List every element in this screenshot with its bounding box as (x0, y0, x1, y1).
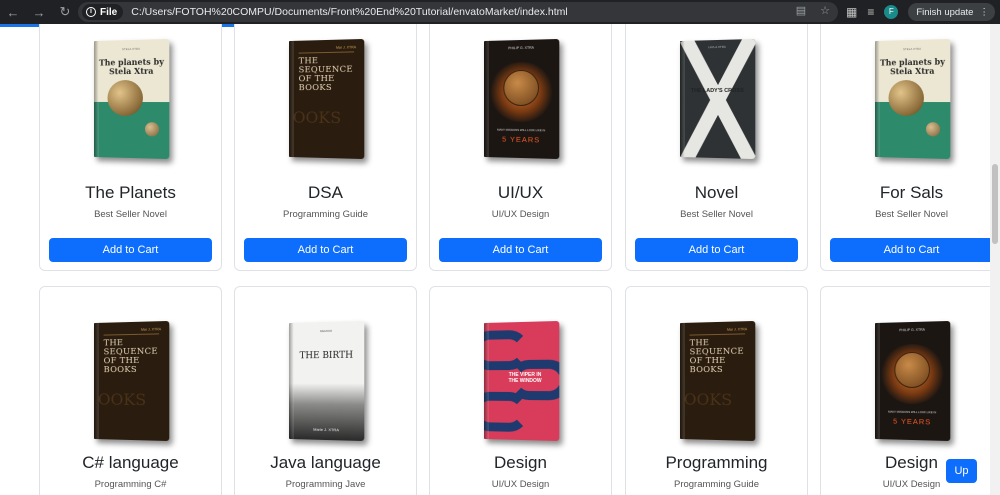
file-label: File (100, 7, 117, 18)
product-card: PHILIP G. XTRA MANY MISSIONS WILL LOOK L… (429, 24, 612, 271)
info-icon: i (86, 7, 96, 17)
finish-update-label: Finish update (916, 7, 973, 18)
scroll-up-button[interactable]: Up (946, 459, 977, 483)
book-cover-image: THE VIPER IN THE WINDOW (484, 321, 559, 441)
product-subtitle: Best Seller Novel (626, 209, 807, 220)
book-cover-image: Mar J. XTRA THE SEQUENCE OF THE BOOKS OO… (680, 321, 755, 441)
product-card: STELA XTRA The planets by Stela Xtra For… (820, 24, 990, 271)
cover-title: THE SEQUENCE OF THE BOOKS (689, 338, 755, 375)
cover-title: THE BIRTH (289, 351, 364, 361)
add-to-cart-button[interactable]: Add to Cart (830, 238, 990, 262)
product-title: The Planets (40, 183, 221, 203)
forward-icon[interactable]: → (26, 0, 52, 24)
product-card: Mar J. XTRA THE SEQUENCE OF THE BOOKS OO… (234, 24, 417, 271)
product-subtitle: Programming Guide (235, 209, 416, 220)
reload-icon[interactable]: ↻ (52, 0, 78, 24)
scrollbar-thumb[interactable] (992, 164, 998, 244)
cover-title: 5 YEARS (484, 134, 559, 144)
product-subtitle: Best Seller Novel (40, 209, 221, 220)
book-cover-image: Mar J. XTRA THE SEQUENCE OF THE BOOKS OO… (289, 39, 364, 159)
book-cover-image: Mar J. XTRA THE SEQUENCE OF THE BOOKS OO… (94, 321, 169, 441)
book-cover-image: MEMOIR THE BIRTH Marie J. XTRA (289, 321, 364, 441)
cover-title: THE SEQUENCE OF THE BOOKS (103, 338, 169, 375)
book-cover-image: PHILIP G. XTRA MANY MISSIONS WILL LOOK L… (875, 321, 950, 441)
browser-toolbar: ← → ↻ i File C:/Users/FOTOH%20COMPU/Docu… (0, 0, 1000, 24)
product-title: Novel (626, 183, 807, 203)
book-cover-image: PHILIP G. XTRA MANY MISSIONS WILL LOOK L… (484, 39, 559, 159)
product-title: DSA (235, 183, 416, 203)
add-to-cart-button[interactable]: Add to Cart (635, 238, 798, 262)
product-title: UI/UX (430, 183, 611, 203)
product-title: C# language (40, 453, 221, 473)
product-subtitle: UI/UX Design (430, 479, 611, 490)
translate-icon[interactable]: ▤ (796, 4, 806, 17)
page-content: STELA XTRA The planets by Stela Xtra The… (0, 24, 990, 495)
site-info-chip[interactable]: i File (82, 4, 123, 20)
profile-avatar[interactable]: F (884, 5, 898, 19)
cover-author: Marie J. XTRA (289, 426, 364, 433)
address-bar[interactable]: i File C:/Users/FOTOH%20COMPU/Documents/… (78, 2, 838, 22)
book-cover-image: STELA XTRA The planets by Stela Xtra (94, 39, 169, 159)
product-card: THE VIPER IN THE WINDOW Design UI/UX Des… (429, 286, 612, 495)
product-title: Java language (235, 453, 416, 473)
book-cover-image: STELA XTRA The planets by Stela Xtra (875, 39, 950, 159)
product-title: For Sals (821, 183, 990, 203)
add-to-cart-button[interactable]: Add to Cart (244, 238, 407, 262)
add-to-cart-button[interactable]: Add to Cart (439, 238, 602, 262)
extensions-icon[interactable]: ▦ (846, 5, 857, 19)
cover-title: 5 YEARS (875, 416, 950, 426)
product-card: LAYLA XTRA THE LADY'S CROSS Novel Best S… (625, 24, 808, 271)
cover-title: The planets by Stela Xtra (94, 57, 169, 76)
url-text[interactable]: C:/Users/FOTOH%20COMPU/Documents/Front%2… (131, 6, 568, 18)
add-to-cart-button[interactable]: Add to Cart (49, 238, 212, 262)
product-subtitle: UI/UX Design (430, 209, 611, 220)
product-title: Programming (626, 453, 807, 473)
cover-title: THE SEQUENCE OF THE BOOKS (298, 56, 364, 93)
book-cover-image: LAYLA XTRA THE LADY'S CROSS (680, 39, 755, 159)
reading-list-icon[interactable]: ≡ (867, 5, 874, 19)
product-subtitle: Best Seller Novel (821, 209, 990, 220)
product-subtitle: Programming C# (40, 479, 221, 490)
cover-title: THE LADY'S CROSS (680, 88, 755, 95)
cover-title: The planets by Stela Xtra (875, 57, 950, 76)
back-icon[interactable]: ← (0, 0, 26, 24)
bookmark-star-icon[interactable]: ☆ (820, 4, 830, 17)
product-subtitle: Programming Jave (235, 479, 416, 490)
page-scrollbar[interactable] (990, 24, 1000, 495)
cover-title: THE VIPER IN THE WINDOW (505, 372, 545, 384)
product-card: Mar J. XTRA THE SEQUENCE OF THE BOOKS OO… (39, 286, 222, 495)
finish-update-button[interactable]: Finish update ⋮ (908, 3, 995, 21)
product-card: MEMOIR THE BIRTH Marie J. XTRA Java lang… (234, 286, 417, 495)
product-title: Design (430, 453, 611, 473)
product-card: Mar J. XTRA THE SEQUENCE OF THE BOOKS OO… (625, 286, 808, 495)
product-subtitle: Programming Guide (626, 479, 807, 490)
product-card: STELA XTRA The planets by Stela Xtra The… (39, 24, 222, 271)
kebab-menu-icon[interactable]: ⋮ (979, 7, 989, 18)
